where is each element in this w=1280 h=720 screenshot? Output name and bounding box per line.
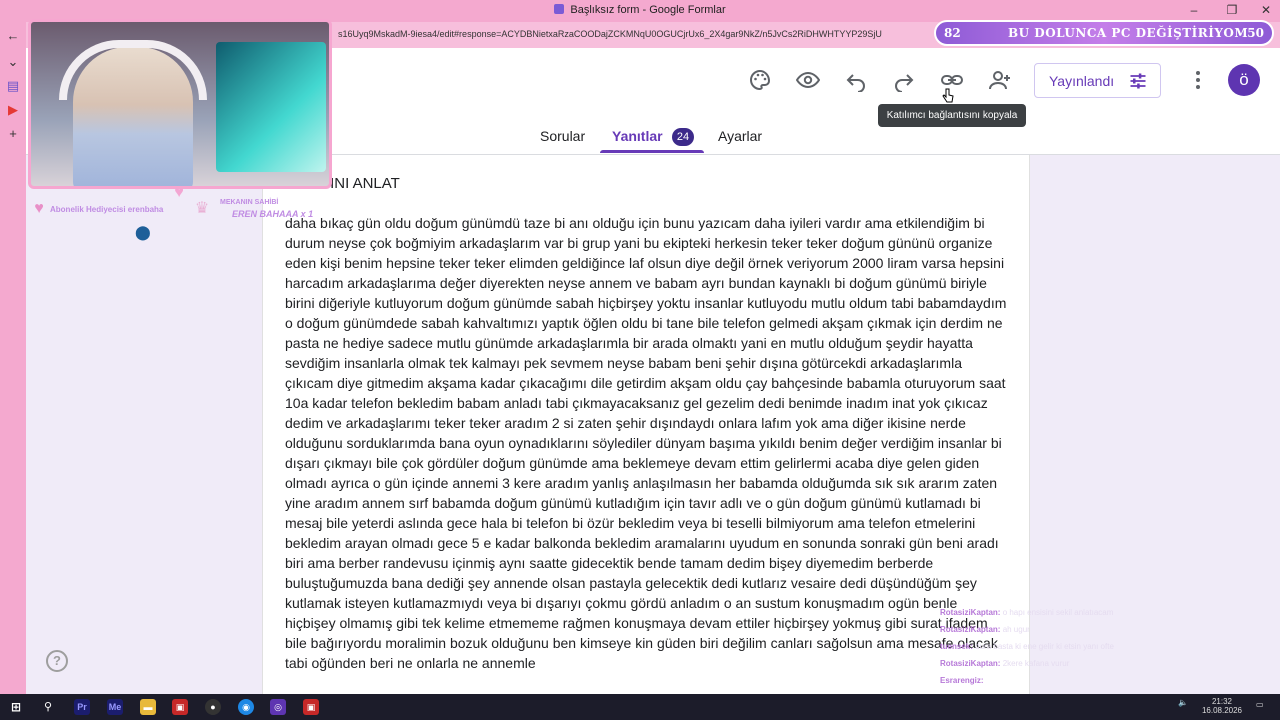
chat-username: tuensek:	[940, 642, 973, 651]
media-encoder-icon[interactable]: Me	[107, 699, 123, 715]
answer-text: daha bıkaç gün oldu doğum günümdü taze b…	[285, 215, 1007, 671]
forms-favicon-icon	[554, 4, 565, 14]
chat-message: tuensek: dura basta ki ene gelir ki etsi…	[940, 642, 1240, 659]
url-text[interactable]: s16Uyq9MskadM-9iesa4/edit#response=ACYDB…	[338, 29, 882, 39]
chat-text: 2kere kafana vurur	[1002, 659, 1070, 668]
chat-message: RotasiziKaptan: ah ugur	[940, 625, 1240, 642]
crown-icon: ♛	[194, 200, 210, 217]
clock[interactable]: 21:32 16.08.2026	[1200, 697, 1244, 715]
app-red-icon[interactable]: ▣	[172, 699, 188, 715]
app-purple-icon[interactable]: ◎	[270, 699, 286, 715]
palette-icon[interactable]	[748, 68, 772, 92]
tab-settings[interactable]: Ayarlar	[718, 128, 762, 144]
clock-time: 21:32	[1211, 697, 1233, 706]
edge-icon[interactable]: ◉	[238, 699, 254, 715]
webcam-overlay	[28, 19, 332, 189]
browser-sidebar: ← ⌄ ▤ ▶ +	[0, 22, 26, 694]
chat-overlay: RotasiziKaptan: o hapı ensisini sekil an…	[940, 608, 1240, 693]
window-title-text: Başlıksız form - Google Formlar	[570, 4, 726, 16]
copy-link-tooltip: Katılımcı bağlantısını kopyala	[878, 104, 1026, 127]
map-pin-icon: ⬤	[135, 224, 151, 240]
youtube-icon[interactable]: ▶	[5, 102, 21, 118]
goal-target: 50	[1247, 26, 1264, 40]
chat-message: RotasiziKaptan: o hapı ensisini sekil an…	[940, 608, 1240, 625]
search-icon[interactable]: ⚲	[40, 699, 56, 715]
webcam-background-monitor	[216, 42, 326, 172]
undo-icon[interactable]	[844, 68, 868, 93]
heart-icon: ♥	[34, 200, 44, 217]
active-tab-indicator	[600, 150, 704, 153]
stream-goal-banner: 82 BU DOLUNCA PC DEĞİŞTİRİYOM 50	[934, 20, 1274, 46]
premiere-icon[interactable]: Pr	[74, 699, 90, 715]
windows-start-icon[interactable]: ⊞	[8, 699, 24, 715]
window-title: Başlıksız form - Google Formlar	[0, 4, 1280, 16]
app-red2-icon[interactable]: ▣	[303, 699, 319, 715]
chat-username: RotasiziKaptan:	[940, 659, 1001, 668]
preview-eye-icon[interactable]	[795, 68, 821, 92]
webcam-caption: ♥ Abonelik Hediyecisi erenbaha ♥ ♛ MEKAN…	[30, 184, 330, 220]
chat-text: o hapı ensisini sekil anlatıacam	[1002, 608, 1114, 617]
add-collaborator-icon[interactable]	[988, 68, 1012, 92]
chat-username: RotasiziKaptan:	[940, 625, 1001, 634]
folder-icon[interactable]: ▬	[140, 699, 156, 715]
goal-current: 82	[944, 26, 961, 40]
redo-icon[interactable]	[892, 68, 916, 93]
goal-text: BU DOLUNCA PC DEĞİŞTİRİYOM	[1008, 26, 1249, 40]
volume-icon[interactable]: 🔈	[1178, 698, 1188, 707]
add-icon[interactable]: +	[5, 126, 21, 142]
published-label: Yayınlandı	[1049, 73, 1115, 89]
owner-label: MEKANIN SAHİBİ	[220, 199, 279, 206]
chat-text: ah ugur	[1002, 625, 1030, 634]
minimize-icon[interactable]: –	[1184, 3, 1204, 17]
chat-username: RotasiziKaptan:	[940, 608, 1001, 617]
chevron-down-icon[interactable]: ⌄	[5, 54, 21, 70]
published-button[interactable]: Yayınlandı	[1034, 63, 1161, 98]
heart-icon: ♥	[174, 184, 184, 201]
maximize-icon[interactable]: ❐	[1222, 3, 1242, 17]
chat-message: RotasiziKaptan: 2kere kafana vurur	[940, 659, 1240, 676]
more-vert-icon[interactable]	[1186, 68, 1210, 92]
headset-icon	[59, 40, 207, 100]
hand-cursor-icon	[942, 88, 954, 103]
response-card: ST ANINI ANLAT daha bıkaç gün oldu doğum…	[262, 155, 1030, 694]
taskbar: ⊞ ⚲ Pr Me ▬ ▣ ● ◉ ◎ ▣ 🔈 21:32 16.08.2026…	[0, 694, 1280, 720]
notifications-icon[interactable]: ▭	[1256, 700, 1264, 709]
chat-message: Esrarengiz:	[940, 676, 1240, 693]
subscriber-gift-text: Abonelik Hediyecisi erenbaha	[50, 205, 164, 214]
workspace-icon[interactable]: ▤	[5, 78, 21, 94]
chat-username: Esrarengiz:	[940, 676, 984, 685]
obs-icon[interactable]: ●	[205, 699, 221, 715]
clock-date: 16.08.2026	[1201, 706, 1243, 715]
back-arrow-icon[interactable]: ←	[5, 28, 21, 44]
close-icon[interactable]: ✕	[1256, 3, 1276, 17]
tune-icon	[1130, 73, 1146, 89]
owner-name: EREN BAHAAA x 1	[232, 209, 314, 219]
chat-text: dura basta ki ene gelir ki etsin yanı of…	[975, 642, 1114, 651]
account-avatar[interactable]: ö	[1228, 64, 1260, 96]
responses-count-badge: 24	[672, 128, 694, 146]
help-icon[interactable]: ?	[46, 650, 68, 672]
tab-questions[interactable]: Sorular	[540, 128, 585, 144]
tab-responses[interactable]: Yanıtlar	[612, 128, 663, 144]
